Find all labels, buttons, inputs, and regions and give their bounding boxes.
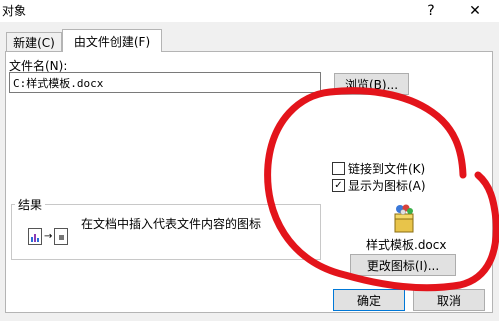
result-illustration: → [28,228,69,245]
help-button[interactable]: ? [411,0,451,22]
tab-create-new[interactable]: 新建(C) [6,32,62,51]
link-to-file-option[interactable]: 链接到文件(K) [332,160,425,177]
link-to-file-checkbox[interactable] [332,162,345,175]
title-bar: 对象 ? ✕ [0,0,499,22]
close-button[interactable]: ✕ [455,0,495,22]
word-document-package-icon [394,204,414,233]
link-to-file-label: 链接到文件(K) [348,162,426,176]
cancel-button[interactable]: 取消 [413,289,485,311]
icon-caption: 样式模板.docx [366,238,447,252]
result-title: 结果 [15,196,46,213]
display-as-icon-label: 显示为图标(A) [348,179,426,193]
tab-create-from-file[interactable]: 由文件创建(F) [62,29,162,52]
source-document-icon [28,228,42,245]
dialog-body: 新建(C) 由文件创建(F) 文件名(N): C:样式模板.docx 浏览(B)… [0,22,499,321]
ok-button[interactable]: 确定 [333,289,405,311]
target-document-icon [54,228,69,245]
change-icon-button[interactable]: 更改图标(I)... [350,254,456,276]
arrow-icon: → [44,231,53,242]
checkmark-icon: ✓ [334,179,343,191]
window-title: 对象 [2,4,27,18]
display-as-icon-checkbox[interactable]: ✓ [332,179,345,192]
result-description: 在文档中插入代表文件内容的图标 [81,217,262,231]
display-as-icon-option[interactable]: ✓ 显示为图标(A) [332,177,426,194]
close-icon: ✕ [469,3,481,19]
help-icon: ? [427,3,435,19]
filename-input[interactable]: C:样式模板.docx [9,72,321,93]
browse-button[interactable]: 浏览(B)... [334,73,409,95]
